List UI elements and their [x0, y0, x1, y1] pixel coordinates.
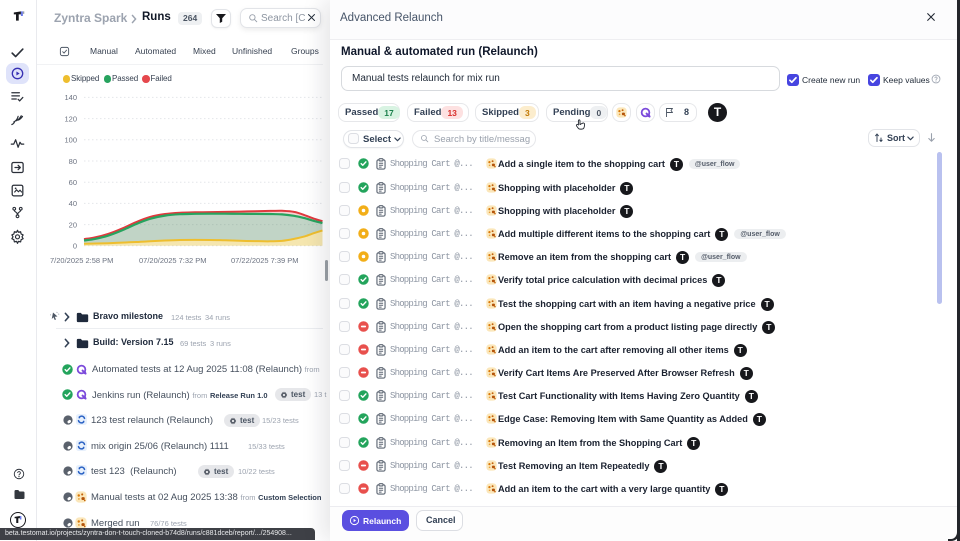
svg-text:60: 60 — [69, 178, 77, 187]
svg-text:40: 40 — [69, 199, 77, 208]
svg-text:0: 0 — [73, 242, 77, 251]
svg-text:80: 80 — [69, 157, 77, 166]
svg-text:100: 100 — [64, 136, 77, 145]
svg-text:140: 140 — [64, 93, 77, 102]
svg-text:07/20/2025 7:32 PM: 07/20/2025 7:32 PM — [139, 256, 207, 265]
svg-text:120: 120 — [64, 114, 77, 123]
svg-text:07/22/2025 7:39 PM: 07/22/2025 7:39 PM — [231, 256, 299, 265]
svg-text:7/20/2025 2:58 PM: 7/20/2025 2:58 PM — [50, 256, 113, 265]
svg-text:20: 20 — [69, 220, 77, 229]
